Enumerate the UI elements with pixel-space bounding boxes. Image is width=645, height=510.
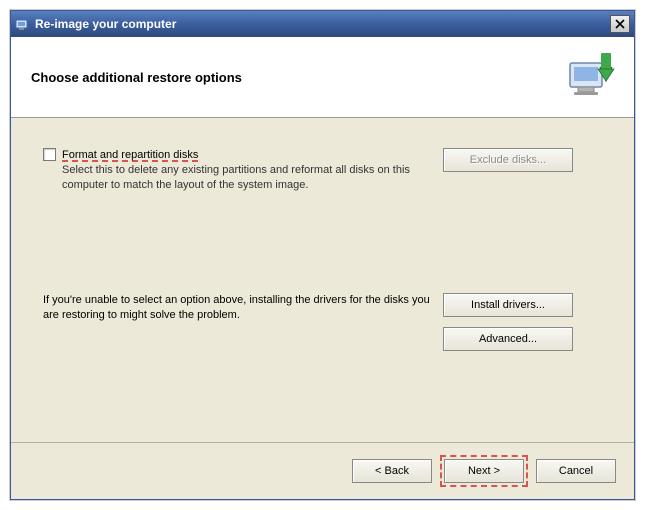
- dialog-window: Re-image your computer Choose additional…: [10, 10, 635, 500]
- close-button[interactable]: [610, 15, 630, 33]
- install-drivers-button[interactable]: Install drivers...: [443, 293, 573, 317]
- format-checkbox[interactable]: [43, 148, 56, 161]
- app-icon: [15, 16, 31, 32]
- window-title: Re-image your computer: [35, 17, 610, 31]
- format-description: Select this to delete any existing parti…: [62, 163, 433, 193]
- drivers-buttons: Install drivers... Advanced...: [443, 293, 573, 351]
- header-panel: Choose additional restore options: [11, 37, 634, 118]
- titlebar: Re-image your computer: [11, 11, 634, 37]
- cancel-button[interactable]: Cancel: [536, 459, 616, 483]
- back-button[interactable]: < Back: [352, 459, 432, 483]
- page-title: Choose additional restore options: [31, 70, 242, 85]
- footer: < Back Next > Cancel: [11, 442, 634, 499]
- body-panel: Format and repartition disks Select this…: [11, 118, 634, 442]
- drivers-text: If you're unable to select an option abo…: [43, 293, 433, 323]
- format-option-row: Format and repartition disks Select this…: [43, 148, 614, 193]
- next-button[interactable]: Next >: [444, 459, 524, 483]
- drivers-block: If you're unable to select an option abo…: [43, 293, 614, 351]
- exclude-button-col: Exclude disks...: [443, 148, 573, 172]
- format-option-text: Format and repartition disks Select this…: [43, 148, 433, 193]
- next-highlight: Next >: [440, 455, 528, 487]
- exclude-disks-button: Exclude disks...: [443, 148, 573, 172]
- restore-icon: [566, 53, 614, 101]
- advanced-button[interactable]: Advanced...: [443, 327, 573, 351]
- format-checkbox-label: Format and repartition disks: [62, 149, 198, 161]
- format-checkbox-line[interactable]: Format and repartition disks: [43, 148, 433, 161]
